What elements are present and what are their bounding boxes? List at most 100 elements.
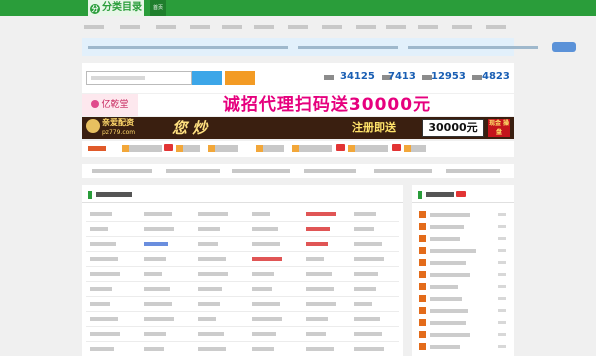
site-link[interactable] [306, 212, 336, 216]
site-link[interactable] [306, 302, 336, 306]
latest-site-link[interactable] [430, 213, 470, 217]
subnav-link[interactable] [486, 25, 506, 29]
site-link[interactable] [144, 347, 164, 351]
latest-site-link[interactable] [430, 297, 462, 301]
subnav-link[interactable] [288, 25, 308, 29]
ticker-link[interactable] [166, 169, 220, 173]
search-input[interactable] [86, 71, 192, 85]
subnav-link[interactable] [386, 25, 406, 29]
site-link[interactable] [306, 257, 324, 261]
latest-site-link[interactable] [430, 309, 468, 313]
site-link[interactable] [90, 302, 110, 306]
subnav-link[interactable] [452, 25, 472, 29]
subnav-link[interactable] [254, 25, 274, 29]
site-link[interactable] [90, 242, 116, 246]
ad-banner-finance[interactable]: 亲爱配资 pz779.com 您 炒 注册即送 30000元 现金 操盘 [82, 117, 514, 139]
site-link[interactable] [144, 212, 172, 216]
latest-site-link[interactable] [430, 285, 458, 289]
site-link[interactable] [90, 212, 112, 216]
site-link[interactable] [306, 287, 334, 291]
latest-site-link[interactable] [430, 225, 464, 229]
submit-site-button[interactable] [225, 71, 255, 85]
subnav-link[interactable] [322, 25, 342, 29]
site-link[interactable] [90, 272, 120, 276]
site-link[interactable] [306, 272, 332, 276]
site-link[interactable] [354, 332, 382, 336]
subnav-link[interactable] [222, 25, 242, 29]
site-link[interactable] [198, 212, 228, 216]
text-ad-link[interactable] [176, 145, 200, 152]
site-link[interactable] [198, 332, 224, 336]
site-link[interactable] [306, 347, 334, 351]
site-link[interactable] [198, 242, 218, 246]
site-link[interactable] [354, 272, 378, 276]
site-link[interactable] [252, 317, 282, 321]
site-link[interactable] [90, 317, 118, 321]
latest-site-link[interactable] [430, 321, 466, 325]
text-ad-link[interactable] [122, 145, 162, 152]
qq-contact-button[interactable] [552, 42, 576, 52]
site-link[interactable] [198, 317, 216, 321]
subnav-link[interactable] [190, 25, 210, 29]
site-link[interactable] [354, 212, 376, 216]
site-link[interactable] [144, 332, 166, 336]
site-link[interactable] [252, 227, 278, 231]
site-link[interactable] [252, 272, 274, 276]
subnav-link[interactable] [356, 25, 376, 29]
search-button[interactable] [192, 71, 222, 85]
text-ad-link[interactable] [208, 145, 238, 152]
site-link[interactable] [306, 242, 328, 246]
ticker-link[interactable] [92, 169, 152, 173]
latest-site-link[interactable] [430, 345, 460, 349]
site-link[interactable] [252, 257, 282, 261]
site-link[interactable] [144, 302, 172, 306]
text-ad-link[interactable] [292, 145, 332, 152]
site-link[interactable] [198, 287, 222, 291]
site-link[interactable] [90, 287, 112, 291]
subnav-link[interactable] [84, 25, 104, 29]
site-link[interactable] [90, 347, 114, 351]
ticker-link[interactable] [232, 169, 290, 173]
subnav-link[interactable] [418, 25, 438, 29]
site-link[interactable] [90, 227, 108, 231]
site-link[interactable] [252, 242, 280, 246]
site-link[interactable] [144, 242, 168, 246]
site-link[interactable] [252, 332, 276, 336]
latest-site-link[interactable] [430, 333, 470, 337]
ad-banner-recruit[interactable]: 亿乾堂 诚招代理扫码送30000元 [82, 94, 514, 116]
site-link[interactable] [144, 317, 174, 321]
latest-site-link[interactable] [430, 249, 476, 253]
site-link[interactable] [306, 227, 330, 231]
nav-home[interactable]: 首页 [150, 0, 167, 16]
latest-site-link[interactable] [430, 237, 460, 241]
ticker-link[interactable] [446, 169, 500, 173]
latest-site-link[interactable] [430, 261, 466, 265]
site-link[interactable] [252, 347, 274, 351]
site-link[interactable] [90, 257, 118, 261]
subnav-link[interactable] [156, 25, 176, 29]
site-logo[interactable]: 分分类目录 [88, 0, 144, 16]
site-link[interactable] [252, 287, 272, 291]
text-ad-link[interactable] [256, 145, 284, 152]
site-link[interactable] [354, 347, 384, 351]
ticker-link[interactable] [374, 169, 432, 173]
site-link[interactable] [354, 242, 382, 246]
site-link[interactable] [198, 227, 220, 231]
subnav-link[interactable] [120, 25, 140, 29]
site-link[interactable] [252, 302, 280, 306]
ticker-link[interactable] [304, 169, 356, 173]
site-link[interactable] [90, 332, 120, 336]
site-link[interactable] [144, 227, 174, 231]
text-ad-link[interactable] [348, 145, 388, 152]
site-link[interactable] [198, 272, 228, 276]
site-link[interactable] [354, 257, 384, 261]
site-link[interactable] [144, 272, 162, 276]
site-link[interactable] [198, 257, 226, 261]
site-link[interactable] [144, 257, 166, 261]
site-link[interactable] [354, 317, 380, 321]
site-link[interactable] [354, 227, 374, 231]
site-link[interactable] [354, 302, 372, 306]
site-link[interactable] [144, 287, 170, 291]
site-link[interactable] [306, 317, 328, 321]
latest-site-link[interactable] [430, 273, 470, 277]
